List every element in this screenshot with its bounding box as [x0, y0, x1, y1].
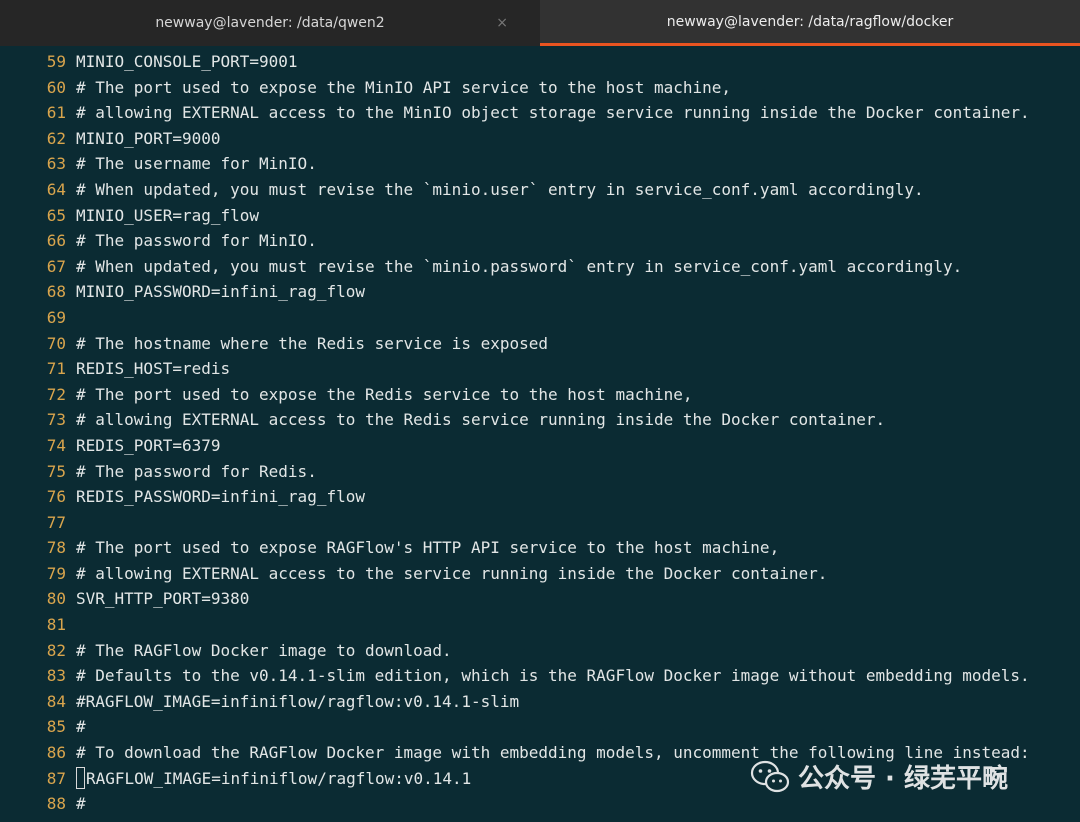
line-number: 79: [46, 563, 66, 583]
line-number: 88: [46, 794, 66, 814]
line-number: 59: [46, 52, 66, 71]
line-number: 82: [46, 640, 66, 660]
code-line: 65 MINIO_USER=rag_flow: [0, 203, 1080, 229]
code-line: 67 # When updated, you must revise the `m…: [0, 254, 1080, 280]
line-text: # The password for Redis.: [76, 461, 317, 481]
code-line: 79 # allowing EXTERNAL access to the serv…: [0, 561, 1080, 587]
line-text-content: RAGFLOW_IMAGE=infiniflow/ragflow:v0.14.1: [86, 768, 472, 788]
line-text: # The username for MinIO.: [76, 154, 317, 174]
tab-title: newway@lavender: /data/ragflow/docker: [666, 13, 954, 30]
code-line: 72 # The port used to expose the Redis se…: [0, 382, 1080, 408]
line-number: 64: [46, 179, 66, 199]
line-text: # The port used to expose the Redis serv…: [76, 384, 693, 404]
code-line: 80 SVR_HTTP_PORT=9380: [0, 586, 1080, 612]
code-line: 62 MINIO_PORT=9000: [0, 126, 1080, 152]
line-text: MINIO_PASSWORD=infini_rag_flow: [76, 282, 365, 302]
line-text: #: [76, 794, 86, 814]
code-line: 61 # allowing EXTERNAL access to the MinI…: [0, 100, 1080, 126]
line-text: # The port used to expose the MinIO API …: [76, 77, 732, 97]
line-text: #RAGFLOW_IMAGE=infiniflow/ragflow:v0.14.…: [76, 691, 520, 711]
line-number: 72: [46, 384, 66, 404]
code-line: 88 #: [0, 791, 1080, 817]
line-number: 67: [46, 256, 66, 276]
code-line: 83 # Defaults to the v0.14.1-slim edition…: [0, 663, 1080, 689]
code-line: 73 # allowing EXTERNAL access to the Redi…: [0, 407, 1080, 433]
line-number: 86: [46, 743, 66, 763]
line-text: # The hostname where the Redis service i…: [76, 333, 549, 353]
line-text: [66, 305, 76, 331]
code-line: 76 REDIS_PASSWORD=infini_rag_flow: [0, 484, 1080, 510]
line-number: 78: [46, 538, 66, 558]
line-number: 62: [46, 128, 66, 148]
line-text: # The password for MinIO.: [76, 231, 317, 251]
terminal-editor[interactable]: 59 MINIO_CONSOLE_PORT=9001 60 # The port us…: [0, 46, 1080, 817]
tab-title: newway@lavender: /data/qwen2: [155, 15, 385, 31]
code-line: 75 # The password for Redis.: [0, 459, 1080, 485]
line-text: RAGFLOW_IMAGE=infiniflow/ragflow:v0.14.1: [66, 766, 471, 792]
line-text: REDIS_PORT=6379: [76, 435, 221, 455]
line-number: 69: [46, 307, 66, 327]
line-number: 61: [46, 103, 66, 123]
line-number: 71: [46, 359, 66, 379]
code-line: 81: [0, 612, 1080, 638]
line-number: 85: [46, 717, 66, 737]
line-text: MINIO_PORT=9000: [76, 128, 221, 148]
line-number: 66: [46, 231, 66, 251]
line-text: # When updated, you must revise the `min…: [76, 256, 963, 276]
tab-qwen2[interactable]: newway@lavender: /data/qwen2 ×: [0, 0, 540, 46]
line-text: [66, 510, 76, 536]
code-line: 71 REDIS_HOST=redis: [0, 356, 1080, 382]
code-line: 77: [0, 510, 1080, 536]
line-text: MINIO_CONSOLE_PORT=9001: [76, 52, 298, 71]
code-line: 64 # When updated, you must revise the `m…: [0, 177, 1080, 203]
line-number: 65: [46, 205, 66, 225]
code-line: 63 # The username for MinIO.: [0, 151, 1080, 177]
code-line: 78 # The port used to expose RAGFlow's HT…: [0, 535, 1080, 561]
code-line: 70 # The hostname where the Redis service…: [0, 331, 1080, 357]
line-text: # allowing EXTERNAL access to the Redis …: [76, 410, 886, 430]
line-text: # When updated, you must revise the `min…: [76, 179, 924, 199]
line-number: 87: [46, 768, 66, 788]
line-text: SVR_HTTP_PORT=9380: [76, 589, 250, 609]
tab-bar: newway@lavender: /data/qwen2 × newway@la…: [0, 0, 1080, 46]
line-number: 73: [46, 410, 66, 430]
line-number: 63: [46, 154, 66, 174]
code-line: 82 # The RAGFlow Docker image to download…: [0, 638, 1080, 664]
line-text: # The RAGFlow Docker image to download.: [76, 640, 452, 660]
code-line: 84 #RAGFLOW_IMAGE=infiniflow/ragflow:v0.1…: [0, 689, 1080, 715]
line-number: 70: [46, 333, 66, 353]
tab-ragflow-docker[interactable]: newway@lavender: /data/ragflow/docker: [540, 0, 1080, 46]
code-line: 59 MINIO_CONSOLE_PORT=9001: [0, 49, 1080, 75]
line-number: 76: [46, 487, 66, 507]
code-line: 74 REDIS_PORT=6379: [0, 433, 1080, 459]
line-number: 77: [46, 512, 66, 532]
line-text: MINIO_USER=rag_flow: [76, 205, 260, 225]
code-line: 69: [0, 305, 1080, 331]
code-line: 66 # The password for MinIO.: [0, 228, 1080, 254]
line-text: # allowing EXTERNAL access to the MinIO …: [76, 103, 1030, 123]
line-text: # Defaults to the v0.14.1-slim edition, …: [76, 666, 1030, 686]
line-number: 60: [46, 77, 66, 97]
line-number: 84: [46, 691, 66, 711]
line-text: [66, 612, 76, 638]
line-number: 80: [46, 589, 66, 609]
watermark-text: 公众号 · 绿芜平畹: [798, 764, 1008, 794]
line-text: # The port used to expose RAGFlow's HTTP…: [76, 538, 780, 558]
line-text: REDIS_PASSWORD=infini_rag_flow: [76, 487, 365, 507]
line-text: REDIS_HOST=redis: [76, 359, 231, 379]
watermark: 公众号 · 绿芜平畹: [750, 758, 1008, 795]
line-number: 81: [46, 615, 66, 635]
wechat-icon: [750, 760, 790, 792]
close-icon[interactable]: ×: [496, 15, 508, 31]
text-cursor: [76, 766, 85, 789]
code-line: 60 # The port used to expose the MinIO AP…: [0, 75, 1080, 101]
code-line: 68 MINIO_PASSWORD=infini_rag_flow: [0, 279, 1080, 305]
code-line: 85 #: [0, 714, 1080, 740]
line-text: #: [76, 717, 86, 737]
line-number: 74: [46, 435, 66, 455]
line-text: # allowing EXTERNAL access to the servic…: [76, 563, 828, 583]
line-number: 75: [46, 461, 66, 481]
line-number: 83: [46, 666, 66, 686]
line-number: 68: [46, 282, 66, 302]
